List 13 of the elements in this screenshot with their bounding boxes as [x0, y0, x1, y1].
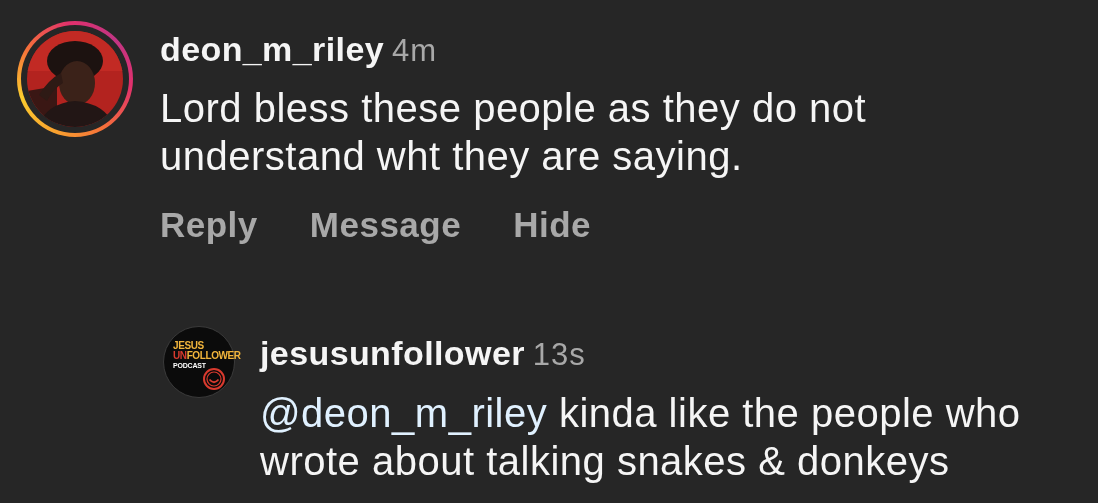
username[interactable]: deon_m_riley: [160, 30, 384, 69]
username[interactable]: jesusunfollower: [260, 334, 525, 373]
reply-button[interactable]: Reply: [160, 205, 258, 245]
logo-text: JESUS: [173, 340, 204, 351]
mention-link[interactable]: @deon_m_riley: [260, 391, 548, 435]
smiley-icon: [202, 367, 226, 391]
timestamp: 13s: [532, 336, 586, 374]
hide-button[interactable]: Hide: [513, 205, 592, 245]
logo-text: UNFOLLOWER: [173, 350, 241, 361]
comment-text: Lord bless these people as they do not understand wht they are saying.: [160, 85, 868, 180]
timestamp: 4m: [392, 32, 438, 70]
message-button[interactable]: Message: [309, 205, 462, 245]
comment-text: @deon_m_riley kinda like the people who wrote about talking snakes & donkeys: [260, 390, 1022, 485]
